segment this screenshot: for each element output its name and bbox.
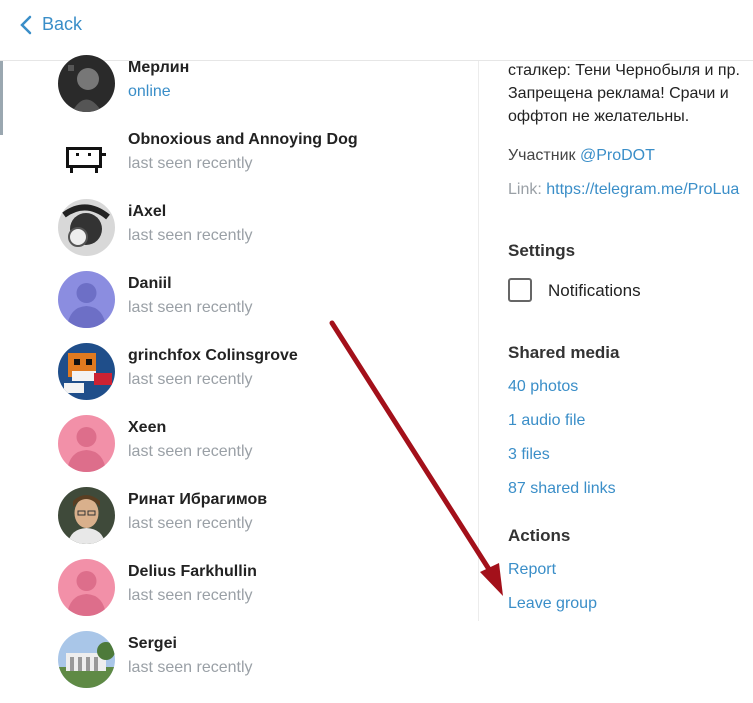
- group-link[interactable]: https://telegram.me/ProLua: [546, 181, 739, 198]
- member-status: online: [128, 83, 171, 100]
- member-name: iAxel: [128, 203, 167, 220]
- member-name: Daniil: [128, 275, 172, 292]
- back-button[interactable]: Back: [20, 14, 82, 35]
- avatar: [58, 55, 115, 112]
- chevron-left-icon: [20, 15, 32, 34]
- avatar: [58, 487, 115, 544]
- member-status: last seen recently: [128, 515, 253, 532]
- member-item[interactable]: Xeen last seen recently: [58, 415, 458, 487]
- member-item[interactable]: Sergei last seen recently: [58, 631, 458, 703]
- member-item[interactable]: Мерлин online: [58, 55, 458, 127]
- group-description: сталкер: Тени Чернобыля и пр. Запрещена …: [508, 62, 740, 125]
- member-status: last seen recently: [128, 443, 253, 460]
- member-status: last seen recently: [128, 155, 253, 172]
- members-list: Мерлин online Obnoxious and Annoying Dog…: [58, 55, 458, 703]
- files-link[interactable]: 3 files: [508, 446, 550, 464]
- avatar: [58, 199, 115, 256]
- audio-link[interactable]: 1 audio file: [508, 412, 585, 430]
- notifications-label[interactable]: Notifications: [548, 281, 641, 301]
- member-status: last seen recently: [128, 587, 253, 604]
- member-status: last seen recently: [128, 227, 253, 244]
- avatar: [58, 415, 115, 472]
- member-status: last seen recently: [128, 371, 253, 388]
- member-item[interactable]: Delius Farkhullin last seen recently: [58, 559, 458, 631]
- shared-media-title: Shared media: [508, 343, 620, 362]
- group-link-line: Link: https://telegram.me/ProLua: [508, 181, 739, 199]
- member-name: grinchfox Colinsgrove: [128, 347, 298, 364]
- participant-prefix: Участник: [508, 147, 580, 164]
- avatar: [58, 343, 115, 400]
- avatar: [58, 631, 115, 688]
- back-label: Back: [42, 14, 83, 34]
- column-divider: [478, 61, 479, 621]
- member-item[interactable]: grinchfox Colinsgrove last seen recently: [58, 343, 458, 415]
- member-item[interactable]: Obnoxious and Annoying Dog last seen rec…: [58, 127, 458, 199]
- link-prefix: Link:: [508, 181, 547, 198]
- member-name: Мерлин: [128, 59, 190, 76]
- participant-line: Участник @ProDOT: [508, 147, 655, 165]
- scroll-indicator[interactable]: [0, 61, 3, 135]
- member-item[interactable]: iAxel last seen recently: [58, 199, 458, 271]
- member-name: Ринат Ибрагимов: [128, 491, 268, 508]
- notifications-checkbox[interactable]: [508, 278, 532, 302]
- member-name: Delius Farkhullin: [128, 563, 257, 580]
- avatar: [58, 127, 115, 184]
- avatar: [58, 271, 115, 328]
- member-name: Sergei: [128, 635, 177, 652]
- top-bar: Back: [0, 0, 753, 61]
- avatar: [58, 559, 115, 616]
- settings-title: Settings: [508, 241, 576, 260]
- member-status: last seen recently: [128, 299, 253, 316]
- member-name: Xeen: [128, 419, 167, 436]
- leave-group-link[interactable]: Leave group: [508, 595, 597, 613]
- participant-handle-link[interactable]: @ProDOT: [580, 147, 655, 164]
- actions-title: Actions: [508, 526, 571, 545]
- member-name: Obnoxious and Annoying Dog: [128, 131, 358, 148]
- shared-links-link[interactable]: 87 shared links: [508, 480, 616, 498]
- member-status: last seen recently: [128, 659, 253, 676]
- report-link[interactable]: Report: [508, 561, 556, 579]
- photos-link[interactable]: 40 photos: [508, 378, 578, 396]
- member-item[interactable]: Ринат Ибрагимов last seen recently: [58, 487, 458, 559]
- member-item[interactable]: Daniil last seen recently: [58, 271, 458, 343]
